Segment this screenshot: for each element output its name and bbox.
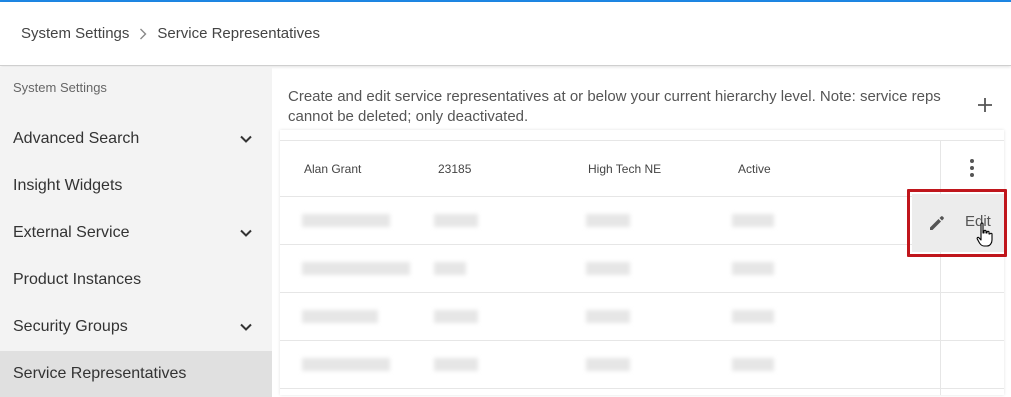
- chevron-down-icon: [239, 131, 253, 149]
- chevron-right-icon: [139, 28, 147, 40]
- blurred-cell: [732, 262, 774, 275]
- blurred-cell: [434, 358, 478, 371]
- row-actions-button[interactable]: [962, 157, 982, 179]
- blurred-cell: [732, 214, 774, 227]
- sidebar-item-label: External Service: [13, 224, 130, 241]
- rep-group: High Tech NE: [588, 161, 662, 176]
- sidebar-item-insight-widgets[interactable]: Insight Widgets: [0, 163, 272, 209]
- rep-id: 23185: [438, 161, 472, 176]
- chevron-down-icon: [239, 225, 253, 243]
- blurred-cell: [732, 358, 774, 371]
- breadcrumb-parent[interactable]: System Settings: [21, 25, 129, 42]
- blurred-cell: [732, 310, 774, 323]
- sidebar-item-label: Service Representatives: [13, 365, 187, 382]
- table-row[interactable]: [280, 341, 1004, 389]
- plus-icon: [978, 98, 992, 112]
- kebab-menu-icon: [970, 159, 974, 177]
- blurred-cell: [586, 310, 630, 323]
- breadcrumb-current: Service Representatives: [157, 25, 320, 42]
- sidebar-item-external-service[interactable]: External Service: [0, 210, 272, 256]
- add-service-rep-button[interactable]: [975, 95, 995, 115]
- sidebar-item-security-groups[interactable]: Security Groups: [0, 304, 272, 350]
- sidebar-item-label: Insight Widgets: [13, 177, 123, 194]
- sidebar-item-advanced-search[interactable]: Advanced Search: [0, 116, 272, 162]
- table-row[interactable]: [280, 293, 1004, 341]
- sidebar-item-product-instances[interactable]: Product Instances: [0, 257, 272, 303]
- chevron-down-icon: [239, 319, 253, 337]
- page-description: Create and edit service representatives …: [288, 88, 941, 125]
- blurred-cell: [434, 262, 466, 275]
- hand-cursor-icon: [976, 222, 994, 253]
- actions-column-divider: [940, 140, 941, 395]
- rep-status: Active: [738, 161, 771, 176]
- sidebar-title: System Settings: [13, 80, 107, 95]
- blurred-cell: [302, 262, 410, 275]
- rep-name: Alan Grant: [304, 161, 362, 176]
- blurred-cell: [302, 310, 378, 323]
- breadcrumb: System Settings Service Representatives: [0, 2, 1011, 66]
- sidebar-item-label: Advanced Search: [13, 130, 140, 147]
- table-row[interactable]: Alan Grant 23185 High Tech NE Active: [280, 140, 1004, 197]
- blurred-cell: [586, 214, 630, 227]
- sidebar-item-label: Product Instances: [13, 271, 142, 288]
- blurred-cell: [434, 214, 478, 227]
- blurred-cell: [586, 358, 630, 371]
- sidebar: System Settings Advanced Search Insight …: [0, 67, 272, 397]
- blurred-cell: [302, 214, 390, 227]
- sidebar-item-service-representatives[interactable]: Service Representatives: [0, 351, 272, 397]
- sidebar-item-label: Security Groups: [13, 318, 128, 335]
- table-row[interactable]: [280, 245, 1004, 293]
- blurred-cell: [434, 310, 478, 323]
- blurred-cell: [586, 262, 630, 275]
- blurred-cell: [302, 358, 390, 371]
- table-row[interactable]: [280, 197, 1004, 245]
